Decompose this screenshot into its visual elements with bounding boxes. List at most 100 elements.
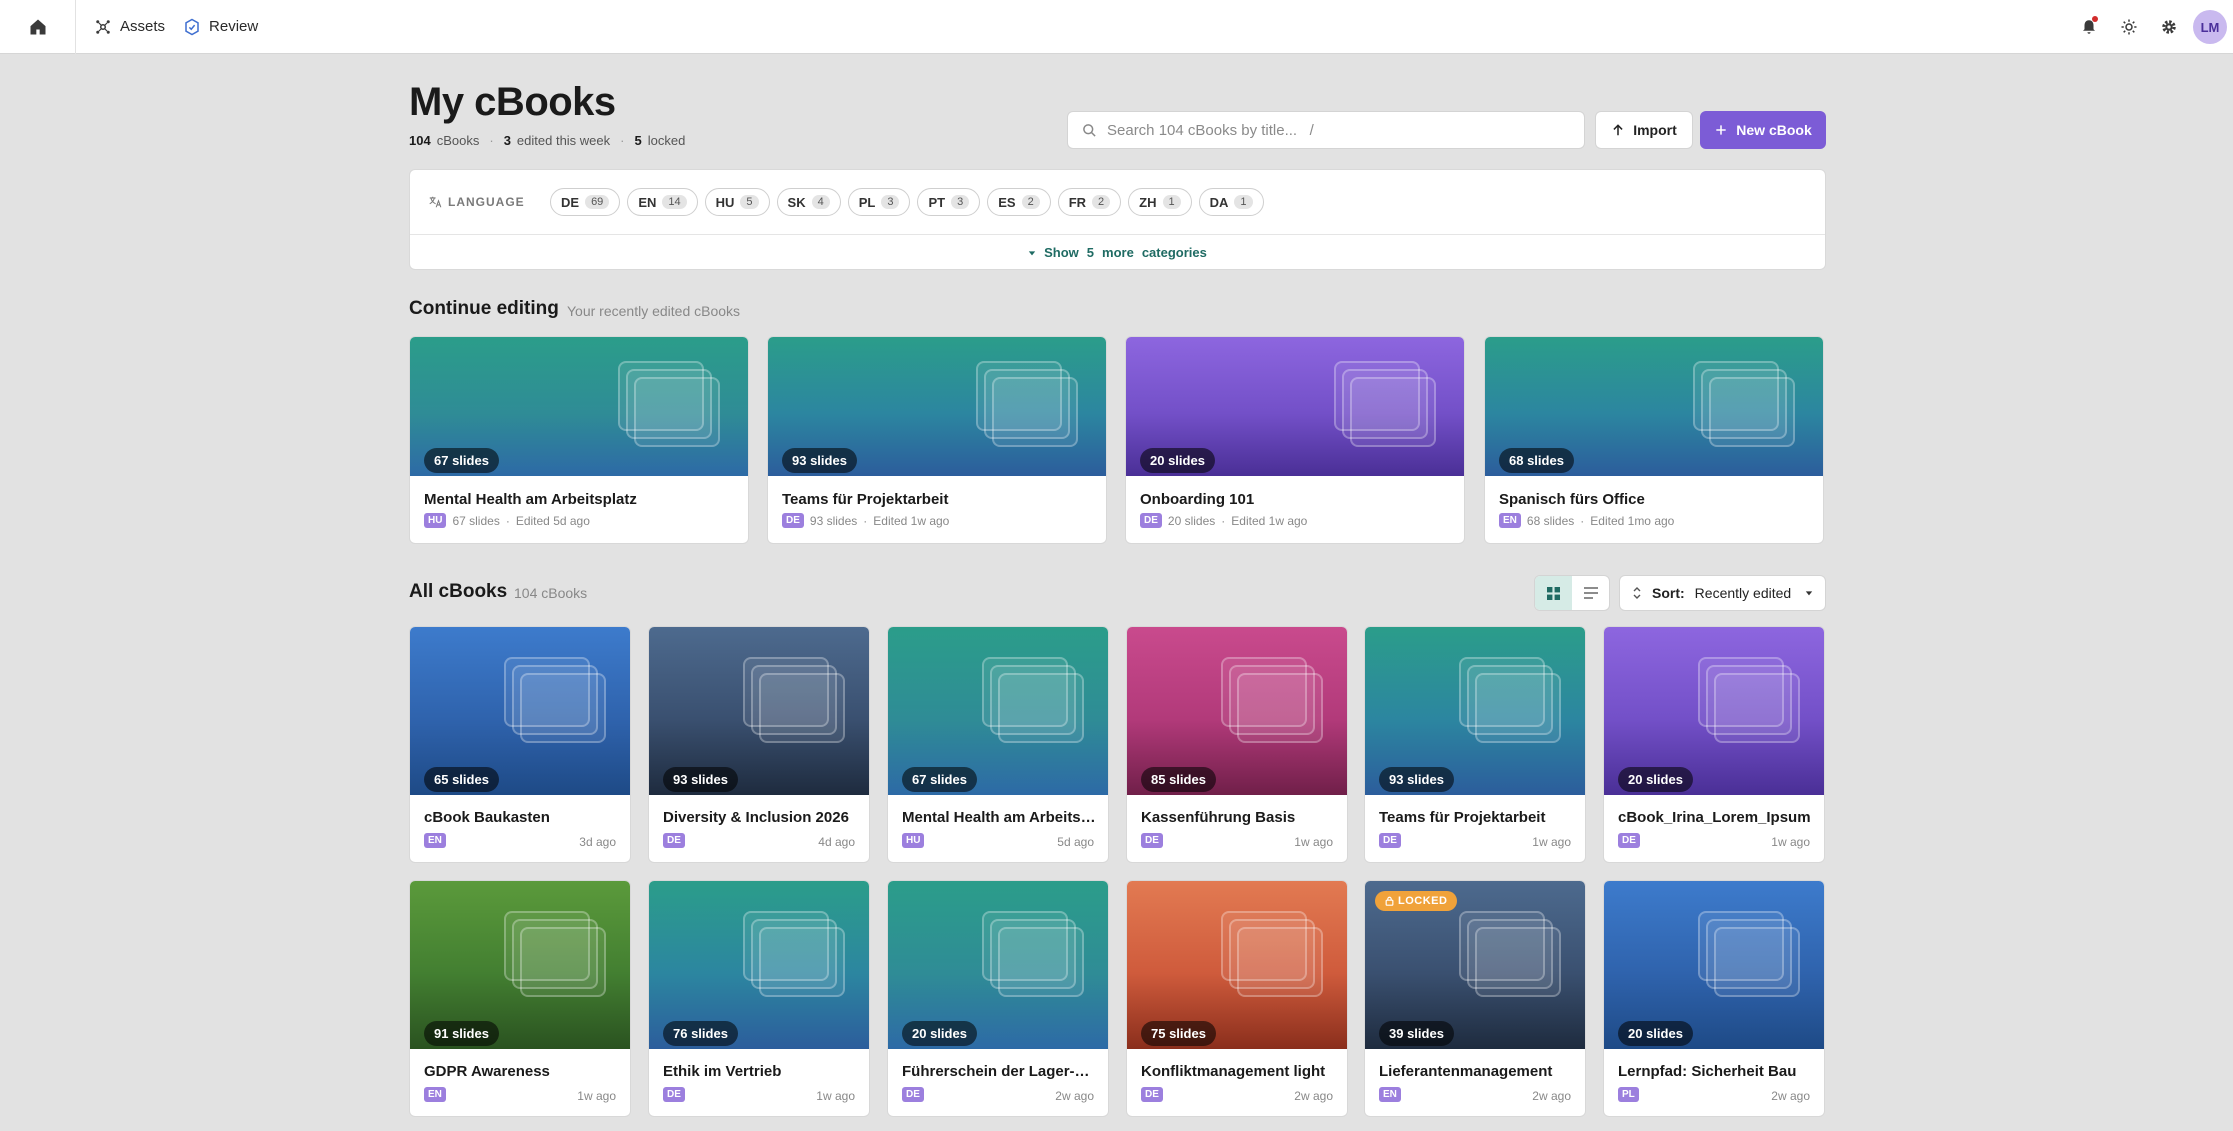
language-chip-code: SK <box>787 194 806 210</box>
cbook-card[interactable]: 76 slides Ethik im Vertrieb DE 1w ago <box>648 880 870 1117</box>
continue-card[interactable]: 68 slides Spanisch fürs Office EN 68 slides… <box>1484 336 1824 544</box>
cbook-meta: DE <box>1141 833 1163 848</box>
cbook-thumbnail: 68 slides <box>1485 337 1823 476</box>
edited-time: 1w ago <box>816 1089 855 1103</box>
show-more-categories[interactable]: Show 5 more categories <box>410 234 1825 270</box>
continue-card[interactable]: 67 slides Mental Health am Arbeitsplatz HU… <box>409 336 749 544</box>
cbook-title: cBook Baukasten <box>424 809 550 826</box>
cbook-title: Ethik im Vertrieb <box>663 1063 782 1080</box>
cbook-card[interactable]: LOCKED 39 slides Lieferantenmanagement EN 2w… <box>1364 880 1586 1117</box>
top-right-actions: LM <box>2069 0 2233 54</box>
cbook-meta: HU 67 slides · Edited 5d ago <box>424 513 590 528</box>
nav-review[interactable]: Review <box>183 18 258 36</box>
sort-icon <box>1633 587 1641 599</box>
cbook-card[interactable]: 65 slides cBook Baukasten EN 3d ago <box>409 626 631 863</box>
language-chip-es[interactable]: ES 2 <box>987 188 1051 216</box>
assets-icon <box>96 19 110 34</box>
edited-time: 1w ago <box>577 1089 616 1103</box>
slide-stack-decoration <box>1350 377 1436 447</box>
language-badge: DE <box>1141 1087 1163 1102</box>
language-chip-en[interactable]: EN 14 <box>627 188 698 216</box>
language-chip-code: FR <box>1068 194 1087 210</box>
locked-count-label: locked <box>647 133 686 148</box>
grid-view-button[interactable] <box>1535 576 1572 610</box>
language-chip-da[interactable]: DA 1 <box>1198 188 1264 216</box>
search-input[interactable] <box>1107 121 1547 139</box>
caret-down-icon <box>1028 250 1036 255</box>
cbook-thumbnail: 93 slides <box>768 337 1106 476</box>
slides-badge: 65 slides <box>424 767 499 792</box>
language-chip-pt[interactable]: PT 3 <box>917 188 981 216</box>
slides-badge: 39 slides <box>1379 1021 1454 1046</box>
continue-card[interactable]: 93 slides Teams für Projektarbeit DE 93 sli… <box>767 336 1107 544</box>
slides-badge: 93 slides <box>663 767 738 792</box>
language-filter-row: LANGUAGE DE 69 EN 14 HU 5 SK 4 PL 3 PT 3 ES 2 FR 2 ZH 1 DA… <box>410 170 1825 234</box>
cbook-card[interactable]: 91 slides GDPR Awareness EN 1w ago <box>409 880 631 1117</box>
plus-icon <box>1716 125 1726 135</box>
cbook-card[interactable]: 67 slides Mental Health am Arbeitsp... HU 5… <box>887 626 1109 863</box>
language-chip-count: 1 <box>1162 195 1181 209</box>
language-chip-hu[interactable]: HU 5 <box>704 188 770 216</box>
language-chip-pl[interactable]: PL 3 <box>847 188 911 216</box>
continue-card[interactable]: 20 slides Onboarding 101 DE 20 slides · Edite… <box>1125 336 1465 544</box>
edited-time: 2w ago <box>1055 1089 1094 1103</box>
cbook-thumbnail: LOCKED 39 slides <box>1365 881 1585 1049</box>
cbook-meta: DE <box>902 1087 924 1102</box>
slide-stack-decoration <box>759 673 845 743</box>
meta-separator: · <box>505 513 510 528</box>
cbook-meta: DE 20 slides · Edited 1w ago <box>1140 513 1307 528</box>
nav-assets[interactable]: Assets <box>94 18 165 36</box>
slide-stack-decoration <box>1475 927 1561 997</box>
language-chip-fr[interactable]: FR 2 <box>1057 188 1122 216</box>
cbook-meta: DE <box>1618 833 1640 848</box>
cbook-title: Teams für Projektarbeit <box>1379 809 1546 826</box>
cbook-meta: DE 93 slides · Edited 1w ago <box>782 513 949 528</box>
edited-time: 1w ago <box>1771 835 1810 849</box>
cbook-title: Teams für Projektarbeit <box>782 491 949 508</box>
home-button[interactable] <box>0 0 76 54</box>
slide-stack-decoration <box>998 927 1084 997</box>
slide-stack-decoration <box>998 673 1084 743</box>
import-button[interactable]: Import <box>1595 111 1693 149</box>
avatar[interactable]: LM <box>2193 10 2227 44</box>
cbook-card[interactable]: 75 slides Konfliktmanagement light DE 2w ag… <box>1126 880 1348 1117</box>
cbook-card[interactable]: 93 slides Teams für Projektarbeit DE 1w ago <box>1364 626 1586 863</box>
language-chips: DE 69 EN 14 HU 5 SK 4 PL 3 PT 3 ES 2 FR 2 ZH 1 DA 1 <box>550 188 1271 216</box>
view-toggle <box>1534 575 1610 611</box>
settings-button[interactable] <box>2149 0 2189 54</box>
cbook-card[interactable]: 20 slides cBook_Irina_Lorem_Ipsum DE 1w ago <box>1603 626 1825 863</box>
all-cbooks-title: All cBooks <box>409 581 508 602</box>
language-badge: EN <box>424 833 446 848</box>
cbook-title: Spanisch fürs Office <box>1499 491 1645 508</box>
edited-time: 2w ago <box>1294 1089 1333 1103</box>
slide-stack-decoration <box>759 927 845 997</box>
slide-stack-decoration <box>634 377 720 447</box>
language-chip-de[interactable]: DE 69 <box>550 188 621 216</box>
language-badge: DE <box>902 1087 924 1102</box>
sort-dropdown[interactable]: Sort: Recently edited <box>1619 575 1826 611</box>
slide-count: 67 slides <box>452 513 500 528</box>
cbook-card[interactable]: 20 slides Führerschein der Lager-Lo... DE 2… <box>887 880 1109 1117</box>
cbook-card[interactable]: 85 slides Kassenführung Basis DE 1w ago <box>1126 626 1348 863</box>
cbook-title: Lernpfad: Sicherheit Bau <box>1618 1063 1797 1080</box>
cbook-card[interactable]: 93 slides Diversity & Inclusion 2026 DE 4d … <box>648 626 870 863</box>
language-badge: EN <box>424 1087 446 1102</box>
cbook-card[interactable]: 20 slides Lernpfad: Sicherheit Bau PL 2w ag… <box>1603 880 1825 1117</box>
search-box[interactable] <box>1067 111 1585 149</box>
cbook-title: GDPR Awareness <box>424 1063 550 1080</box>
list-view-button[interactable] <box>1572 576 1609 610</box>
edited-time: 3d ago <box>579 835 616 849</box>
translate-icon <box>429 196 442 208</box>
sun-icon <box>2121 19 2137 35</box>
theme-toggle-button[interactable] <box>2109 0 2149 54</box>
language-chip-count: 3 <box>881 195 900 209</box>
new-cbook-button[interactable]: New cBook <box>1700 111 1826 149</box>
language-chip-sk[interactable]: SK 4 <box>776 188 841 216</box>
home-icon <box>30 19 45 34</box>
sort-value: Recently edited <box>1694 585 1792 601</box>
notifications-button[interactable] <box>2069 0 2109 54</box>
slides-badge: 85 slides <box>1141 767 1216 792</box>
nav-review-label: Review <box>209 18 259 35</box>
top-bar: Assets Review LM <box>0 0 2233 54</box>
language-chip-zh[interactable]: ZH 1 <box>1128 188 1192 216</box>
